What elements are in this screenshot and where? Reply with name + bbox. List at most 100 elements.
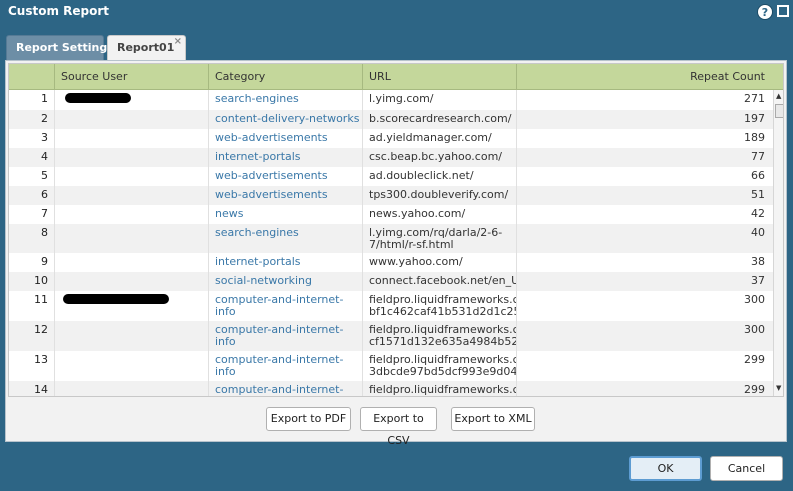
report-grid: Source User Category URL Repeat Count 1 s… — [8, 63, 784, 397]
scrollbar[interactable]: ▲ ▼ — [773, 90, 783, 396]
row-number-cell: 9 — [9, 253, 55, 272]
repeat-count-cell: 38 — [751, 255, 765, 268]
source-user-cell — [55, 110, 209, 129]
repeat-count-cell: 271 — [744, 92, 765, 105]
row-number-cell: 10 — [9, 272, 55, 291]
arrow-down-icon[interactable]: ▼ — [776, 384, 781, 392]
table-row[interactable]: 4 internet-portals csc.beap.bc.yahoo.com/7… — [9, 148, 773, 167]
category-cell: computer-and-internet-info — [209, 381, 363, 396]
cancel-button[interactable]: Cancel — [710, 456, 783, 481]
url-cell: l.yimg.com/ — [363, 90, 517, 110]
category-cell: news — [209, 205, 363, 224]
row-number-cell: 2 — [9, 110, 55, 129]
source-user-cell — [55, 186, 209, 205]
repeat-count-cell: 51 — [751, 188, 765, 201]
header-row-number — [9, 64, 55, 90]
redaction-bar — [65, 93, 131, 103]
source-user-cell — [55, 167, 209, 186]
tab-report01-label: Report01 — [117, 41, 175, 54]
repeat-count-cell: 300 — [744, 323, 765, 336]
dialog-title: Custom Report — [8, 4, 110, 18]
category-cell: computer-and-internet-info — [209, 351, 363, 381]
category-cell: computer-and-internet-info — [209, 291, 363, 321]
repeat-count-cell: 77 — [751, 150, 765, 163]
category-cell: web-advertisements — [209, 186, 363, 205]
maximize-icon[interactable] — [777, 5, 789, 17]
header-repeat-count[interactable]: Repeat Count — [517, 64, 783, 90]
table-row[interactable]: 7 news news.yahoo.com/42 — [9, 205, 773, 224]
row-number-cell: 14 — [9, 381, 55, 396]
source-user-cell — [55, 90, 209, 110]
url-cell: fieldpro.liquidframeworks.c... bf1c462ca… — [363, 291, 517, 321]
repeat-count-cell: 300 — [744, 293, 765, 306]
arrow-up-icon[interactable]: ▲ — [776, 92, 781, 100]
url-cell: b.scorecardresearch.com/ — [363, 110, 517, 129]
url-cell: news.yahoo.com/ — [363, 205, 517, 224]
table-row[interactable]: 6 web-advertisements tps300.doubleverify.c… — [9, 186, 773, 205]
export-csv-button[interactable]: Export to CSV — [360, 407, 437, 447]
source-user-cell — [55, 272, 209, 291]
url-cell: l.yimg.com/rq/darla/2-6- 7/html/r-sf.htm… — [363, 224, 517, 253]
category-cell: internet-portals — [209, 148, 363, 167]
source-user-cell — [55, 224, 209, 253]
row-number-cell: 3 — [9, 129, 55, 148]
source-user-cell — [55, 351, 209, 381]
source-user-cell — [55, 148, 209, 167]
header-url[interactable]: URL — [363, 64, 517, 90]
repeat-count-cell: 66 — [751, 169, 765, 182]
category-cell: social-networking — [209, 272, 363, 291]
source-user-cell — [55, 381, 209, 396]
close-icon[interactable]: × — [174, 36, 182, 48]
table-row[interactable]: 10 social-networking connect.facebook.net/… — [9, 272, 773, 291]
table-row[interactable]: 14 computer-and-internet-infofieldpro.liq… — [9, 381, 773, 396]
tab-report-setting[interactable]: Report Setting — [6, 35, 107, 61]
redaction-bar — [63, 294, 169, 304]
table-row[interactable]: 5 web-advertisements ad.doubleclick.net/66 — [9, 167, 773, 186]
url-cell: fieldpro.liquidframeworks.c... 3dbcde97b… — [363, 351, 517, 381]
repeat-count-cell: 299 — [744, 383, 765, 396]
export-xml-button[interactable]: Export to XML — [451, 407, 535, 431]
tab-report01[interactable]: Report01 × — [107, 35, 186, 61]
url-cell: fieldpro.liquidframeworks.c... cf1571d13… — [363, 321, 517, 351]
row-number-cell: 7 — [9, 205, 55, 224]
table-row[interactable]: 1 search-engines l.yimg.com/271 — [9, 90, 773, 110]
repeat-count-cell: 42 — [751, 207, 765, 220]
category-cell: web-advertisements — [209, 167, 363, 186]
url-cell: ad.doubleclick.net/ — [363, 167, 517, 186]
table-row[interactable]: 8 search-engines l.yimg.com/rq/darla/2-6- … — [9, 224, 773, 253]
row-number-cell: 1 — [9, 90, 55, 110]
url-cell: csc.beap.bc.yahoo.com/ — [363, 148, 517, 167]
help-icon[interactable]: ? — [757, 4, 773, 20]
category-cell: search-engines — [209, 90, 363, 110]
repeat-count-cell: 40 — [751, 226, 765, 239]
url-cell: www.yahoo.com/ — [363, 253, 517, 272]
scrollbar-thumb[interactable] — [775, 104, 783, 118]
row-number-cell: 11 — [9, 291, 55, 321]
table-row[interactable]: 12 computer-and-internet-info fieldpro.liq… — [9, 321, 773, 351]
header-source-user[interactable]: Source User — [55, 64, 209, 90]
table-row[interactable]: 3 web-advertisements ad.yieldmanager.com/1… — [9, 129, 773, 148]
source-user-cell — [55, 291, 209, 321]
header-category[interactable]: Category — [209, 64, 363, 90]
dialog-titlebar: Custom Report ? — [0, 0, 793, 26]
url-cell: ad.yieldmanager.com/ — [363, 129, 517, 148]
repeat-count-cell: 37 — [751, 274, 765, 287]
url-cell: fieldpro.liquidframeworks.c... — [363, 381, 517, 396]
repeat-count-cell: 197 — [744, 112, 765, 125]
repeat-count-cell: 299 — [744, 353, 765, 366]
category-cell: search-engines — [209, 224, 363, 253]
row-number-cell: 6 — [9, 186, 55, 205]
table-row[interactable]: 11 computer-and-internet-info fieldpro.liq… — [9, 291, 773, 321]
repeat-count-cell: 189 — [744, 131, 765, 144]
url-cell: tps300.doubleverify.com/ — [363, 186, 517, 205]
table-row[interactable]: 2 content-delivery-networks b.scorecardres… — [9, 110, 773, 129]
source-user-cell — [55, 129, 209, 148]
source-user-cell — [55, 253, 209, 272]
table-row[interactable]: 9 internet-portals www.yahoo.com/38 — [9, 253, 773, 272]
report-panel: Source User Category URL Repeat Count 1 s… — [5, 60, 787, 447]
category-cell: web-advertisements — [209, 129, 363, 148]
ok-button[interactable]: OK — [629, 456, 702, 481]
row-number-cell: 4 — [9, 148, 55, 167]
table-row[interactable]: 13 computer-and-internet-info fieldpro.liq… — [9, 351, 773, 381]
export-pdf-button[interactable]: Export to PDF — [266, 407, 351, 431]
